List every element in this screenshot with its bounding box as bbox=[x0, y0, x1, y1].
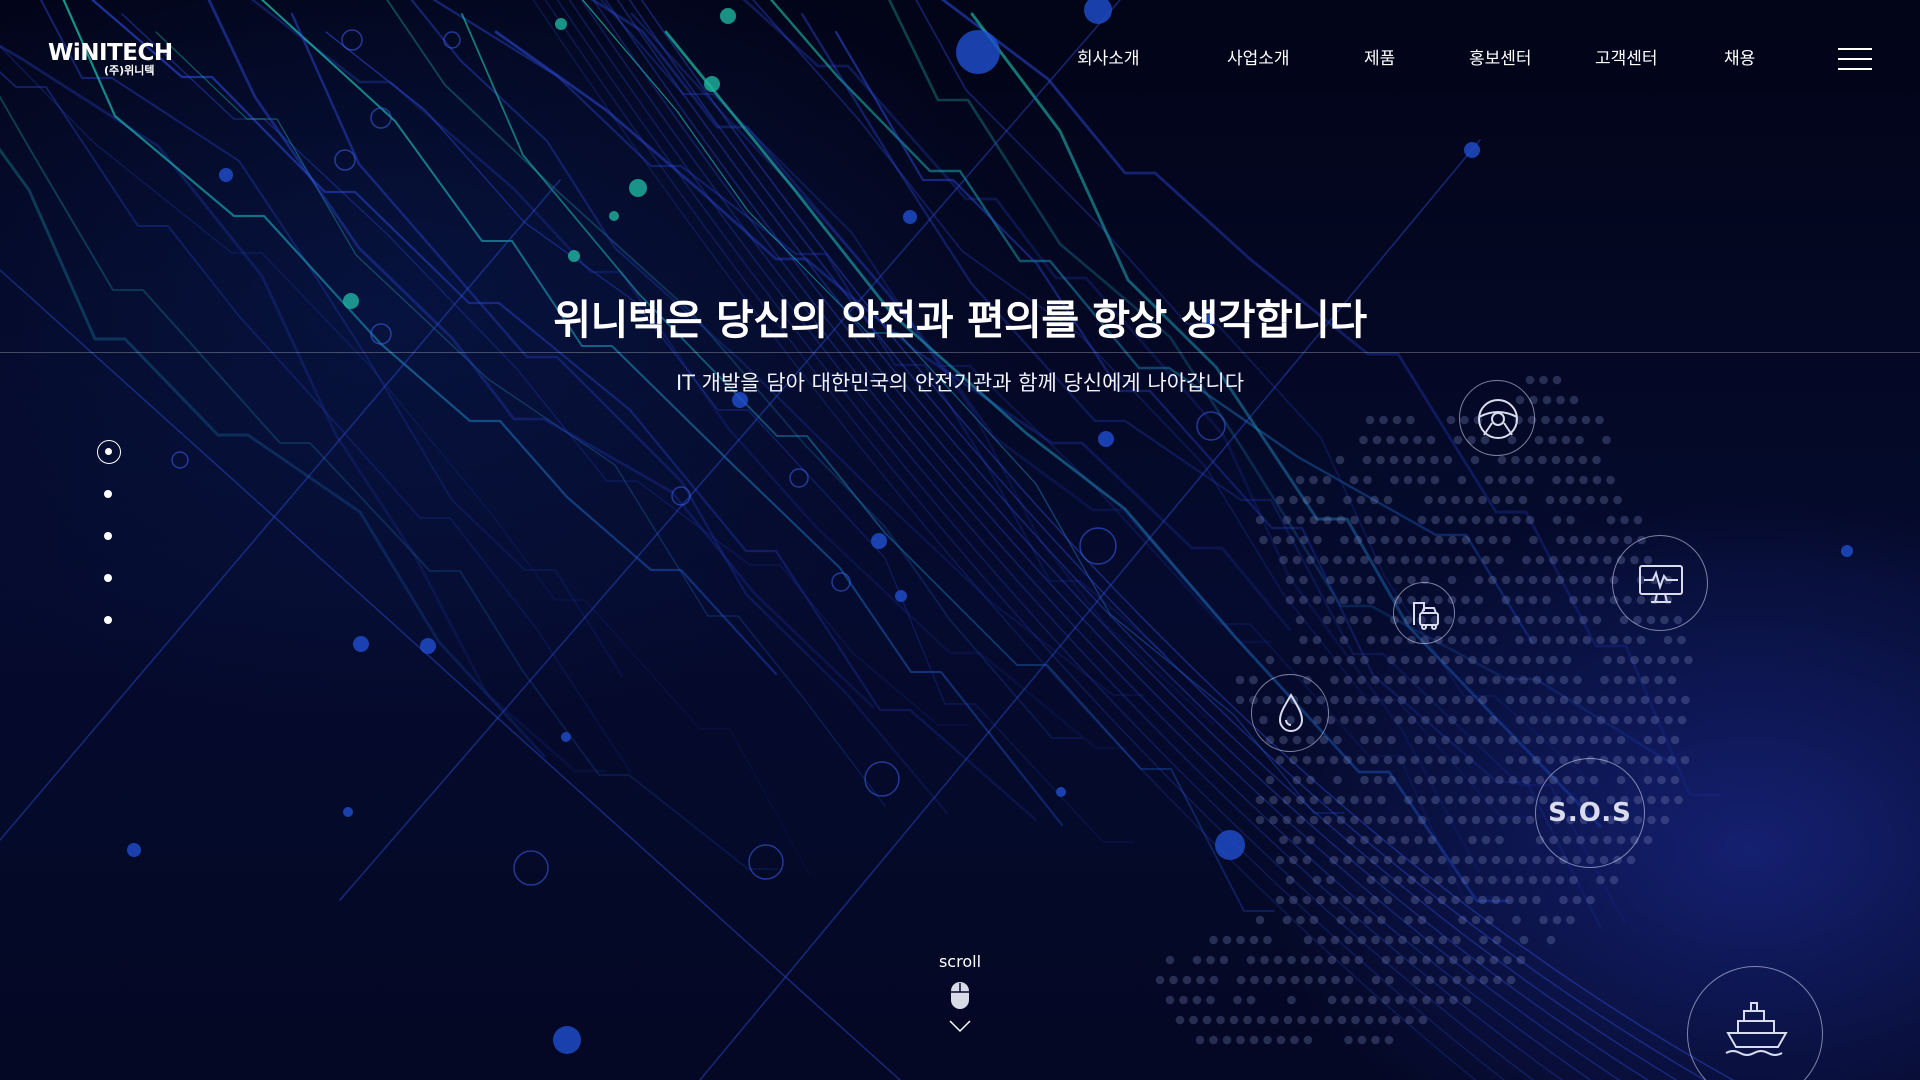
pagination-dot-2[interactable] bbox=[104, 490, 112, 498]
nav-item-business[interactable]: 사업소개 bbox=[1227, 44, 1290, 69]
nav-item-customer-center[interactable]: 고객센터 bbox=[1595, 44, 1658, 69]
pagination-dot-4[interactable] bbox=[104, 574, 112, 582]
ship-icon bbox=[1725, 1002, 1788, 1056]
water-feature[interactable] bbox=[1251, 674, 1329, 752]
scroll-indicator[interactable]: scroll bbox=[920, 952, 1000, 1042]
sos-feature[interactable]: S.O.S bbox=[1535, 758, 1645, 868]
monitor-heartbeat-icon bbox=[1639, 565, 1683, 603]
hero-subtitle: IT 개발을 담아 대한민국의 안전기관과 함께 당신에게 나아갑니다 bbox=[675, 371, 1245, 395]
hero-title: 위니텍은 당신의 안전과 편의를 항상 생각합니다 bbox=[553, 296, 1367, 344]
nav-item-company[interactable]: 회사소개 bbox=[1077, 44, 1140, 69]
pagination-dot-5[interactable] bbox=[104, 616, 112, 624]
water-drop-icon bbox=[1278, 693, 1304, 732]
nav-item-careers[interactable]: 채용 bbox=[1724, 44, 1755, 69]
scroll-label: scroll bbox=[938, 952, 982, 971]
hamburger-menu-icon[interactable] bbox=[1838, 48, 1872, 72]
steering-wheel-feature[interactable] bbox=[1459, 380, 1535, 456]
chevron-down-icon bbox=[949, 1020, 971, 1033]
slide-pagination bbox=[97, 440, 123, 630]
hero-divider bbox=[0, 352, 1920, 353]
vehicle-feature[interactable] bbox=[1393, 582, 1455, 644]
logo-korean-name: (주)위니텍 bbox=[104, 64, 155, 77]
ship-feature[interactable] bbox=[1687, 966, 1823, 1080]
nav-item-products[interactable]: 제품 bbox=[1364, 44, 1395, 69]
hero-section: WiNITECH (주)위니텍 회사소개 사업소개 제품 홍보센터 고객센터 채… bbox=[0, 0, 1920, 1080]
mouse-icon bbox=[951, 982, 969, 1009]
pagination-dot-3[interactable] bbox=[104, 532, 112, 540]
monitor-feature[interactable] bbox=[1612, 535, 1708, 631]
pagination-dot-1[interactable] bbox=[97, 440, 121, 464]
logo[interactable]: WiNITECH (주)위니텍 bbox=[48, 40, 173, 80]
vehicle-icon bbox=[1413, 602, 1439, 630]
steering-wheel-icon bbox=[1478, 399, 1518, 439]
sos-label: S.O.S bbox=[1548, 798, 1632, 828]
nav-item-pr-center[interactable]: 홍보센터 bbox=[1469, 44, 1532, 69]
logo-wordmark: WiNITECH bbox=[48, 40, 173, 66]
